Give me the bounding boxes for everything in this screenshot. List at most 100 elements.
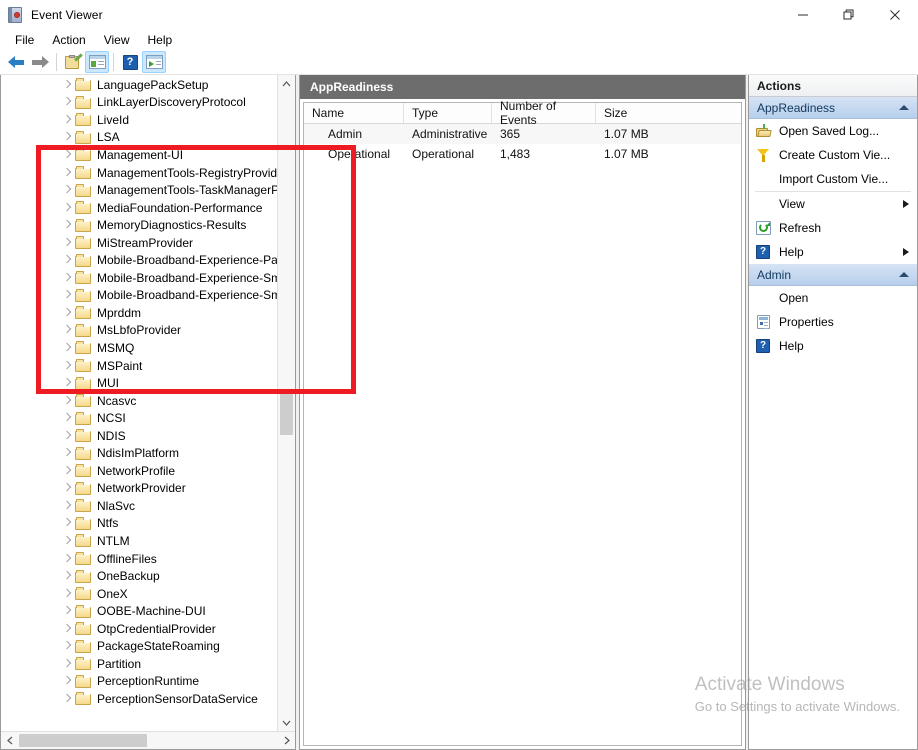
scroll-thumb[interactable] [280,393,293,435]
chevron-right-icon[interactable] [61,605,73,617]
chevron-right-icon[interactable] [61,553,73,565]
scroll-right-button[interactable] [278,732,295,749]
tree-vertical-scrollbar[interactable] [277,75,295,731]
tree-item[interactable]: LSA [1,129,277,147]
tree-item[interactable]: NetworkProvider [1,480,277,498]
chevron-right-icon[interactable] [61,535,73,547]
chevron-right-icon[interactable] [61,342,73,354]
chevron-right-icon[interactable] [61,131,73,143]
chevron-right-icon[interactable] [61,79,73,91]
submenu-arrow-icon[interactable] [903,248,909,256]
action-item[interactable]: Open Saved Log... [749,119,917,143]
chevron-right-icon[interactable] [61,324,73,336]
chevron-right-icon[interactable] [61,395,73,407]
action-item[interactable]: Import Custom Vie... [749,167,917,191]
collapse-caret-icon[interactable] [899,105,909,110]
menu-help[interactable]: Help [139,31,182,49]
tree-item[interactable]: PackageStateRoaming [1,638,277,656]
tree-item[interactable]: Ntfs [1,515,277,533]
chevron-right-icon[interactable] [61,675,73,687]
help-button[interactable]: ? [118,51,142,73]
actions-group-header[interactable]: Admin [749,264,917,286]
chevron-right-icon[interactable] [61,307,73,319]
actions-group-header[interactable]: AppReadiness [749,97,917,119]
show-hide-action-pane-button[interactable] [142,51,166,73]
tree-item[interactable]: Mobile-Broadband-Experience-Sm [1,269,277,287]
tree-item[interactable]: NetworkProfile [1,462,277,480]
scroll-up-button[interactable] [278,75,295,92]
chevron-right-icon[interactable] [61,254,73,266]
tree-item[interactable]: Mobile-Broadband-Experience-Par [1,251,277,269]
tree-item[interactable]: NlaSvc [1,497,277,515]
chevron-right-icon[interactable] [61,623,73,635]
tree-item[interactable]: MsLbfoProvider [1,322,277,340]
minimize-button[interactable] [780,0,826,30]
chevron-right-icon[interactable] [61,517,73,529]
tree-item[interactable]: NTLM [1,532,277,550]
column-header[interactable]: Name [304,103,404,123]
maximize-restore-button[interactable] [826,0,872,30]
scroll-down-button[interactable] [278,714,295,731]
tree-item[interactable]: NdisImPlatform [1,444,277,462]
chevron-right-icon[interactable] [61,430,73,442]
action-item[interactable]: Refresh [749,216,917,240]
tree-item[interactable]: ManagementTools-TaskManagerP [1,181,277,199]
chevron-right-icon[interactable] [61,482,73,494]
submenu-arrow-icon[interactable] [903,200,909,208]
tree-item[interactable]: MiStreamProvider [1,234,277,252]
menu-view[interactable]: View [95,31,139,49]
chevron-right-icon[interactable] [61,465,73,477]
action-item[interactable]: Properties [749,310,917,334]
chevron-right-icon[interactable] [61,219,73,231]
chevron-right-icon[interactable] [61,658,73,670]
chevron-right-icon[interactable] [61,184,73,196]
tree-item[interactable]: NDIS [1,427,277,445]
action-item[interactable]: Open [749,286,917,310]
tree-horizontal-scrollbar[interactable] [1,731,295,749]
table-row[interactable]: Admin Administrative 365 1.07 MB [304,124,741,144]
tree-item[interactable]: NCSI [1,409,277,427]
show-hide-console-tree-button[interactable] [85,51,109,73]
chevron-right-icon[interactable] [61,289,73,301]
tree-item[interactable]: OneBackup [1,567,277,585]
hscroll-thumb[interactable] [19,734,147,747]
chevron-right-icon[interactable] [61,114,73,126]
tree-item[interactable]: Mprddm [1,304,277,322]
back-button[interactable] [4,51,28,73]
tree-item[interactable]: LanguagePackSetup [1,76,277,94]
tree-item[interactable]: OneX [1,585,277,603]
tree-item[interactable]: MUI [1,374,277,392]
tree-item[interactable]: MSMQ [1,339,277,357]
tree-list[interactable]: LanguagePackSetup LinkLayerDiscoveryProto… [1,75,277,731]
tree-item[interactable]: MSPaint [1,357,277,375]
close-button[interactable] [872,0,918,30]
menu-file[interactable]: File [6,31,43,49]
chevron-right-icon[interactable] [61,360,73,372]
action-item[interactable]: ? Help [749,240,917,264]
action-item[interactable]: ? Help [749,334,917,358]
chevron-right-icon[interactable] [61,237,73,249]
tree-item[interactable]: OOBE-Machine-DUI [1,602,277,620]
action-item[interactable]: Create Custom Vie... [749,143,917,167]
chevron-right-icon[interactable] [61,149,73,161]
tree-item[interactable]: OfflineFiles [1,550,277,568]
chevron-right-icon[interactable] [61,167,73,179]
column-header[interactable]: Number of Events [492,99,596,127]
tree-item[interactable]: LiveId [1,111,277,129]
chevron-right-icon[interactable] [61,588,73,600]
tree-item[interactable]: LinkLayerDiscoveryProtocol [1,94,277,112]
tree-item[interactable]: Management-UI [1,146,277,164]
chevron-right-icon[interactable] [61,500,73,512]
action-item[interactable]: View [749,192,917,216]
tree-item[interactable]: PerceptionRuntime [1,673,277,691]
chevron-right-icon[interactable] [61,447,73,459]
chevron-right-icon[interactable] [61,272,73,284]
column-header[interactable]: Size [596,103,741,123]
chevron-right-icon[interactable] [61,202,73,214]
tree-item[interactable]: Partition [1,655,277,673]
tree-item[interactable]: Ncasvc [1,392,277,410]
tree-item[interactable]: OtpCredentialProvider [1,620,277,638]
chevron-right-icon[interactable] [61,96,73,108]
tree-item[interactable]: ManagementTools-RegistryProvide [1,164,277,182]
table-row[interactable]: Operational Operational 1,483 1.07 MB [304,144,741,164]
